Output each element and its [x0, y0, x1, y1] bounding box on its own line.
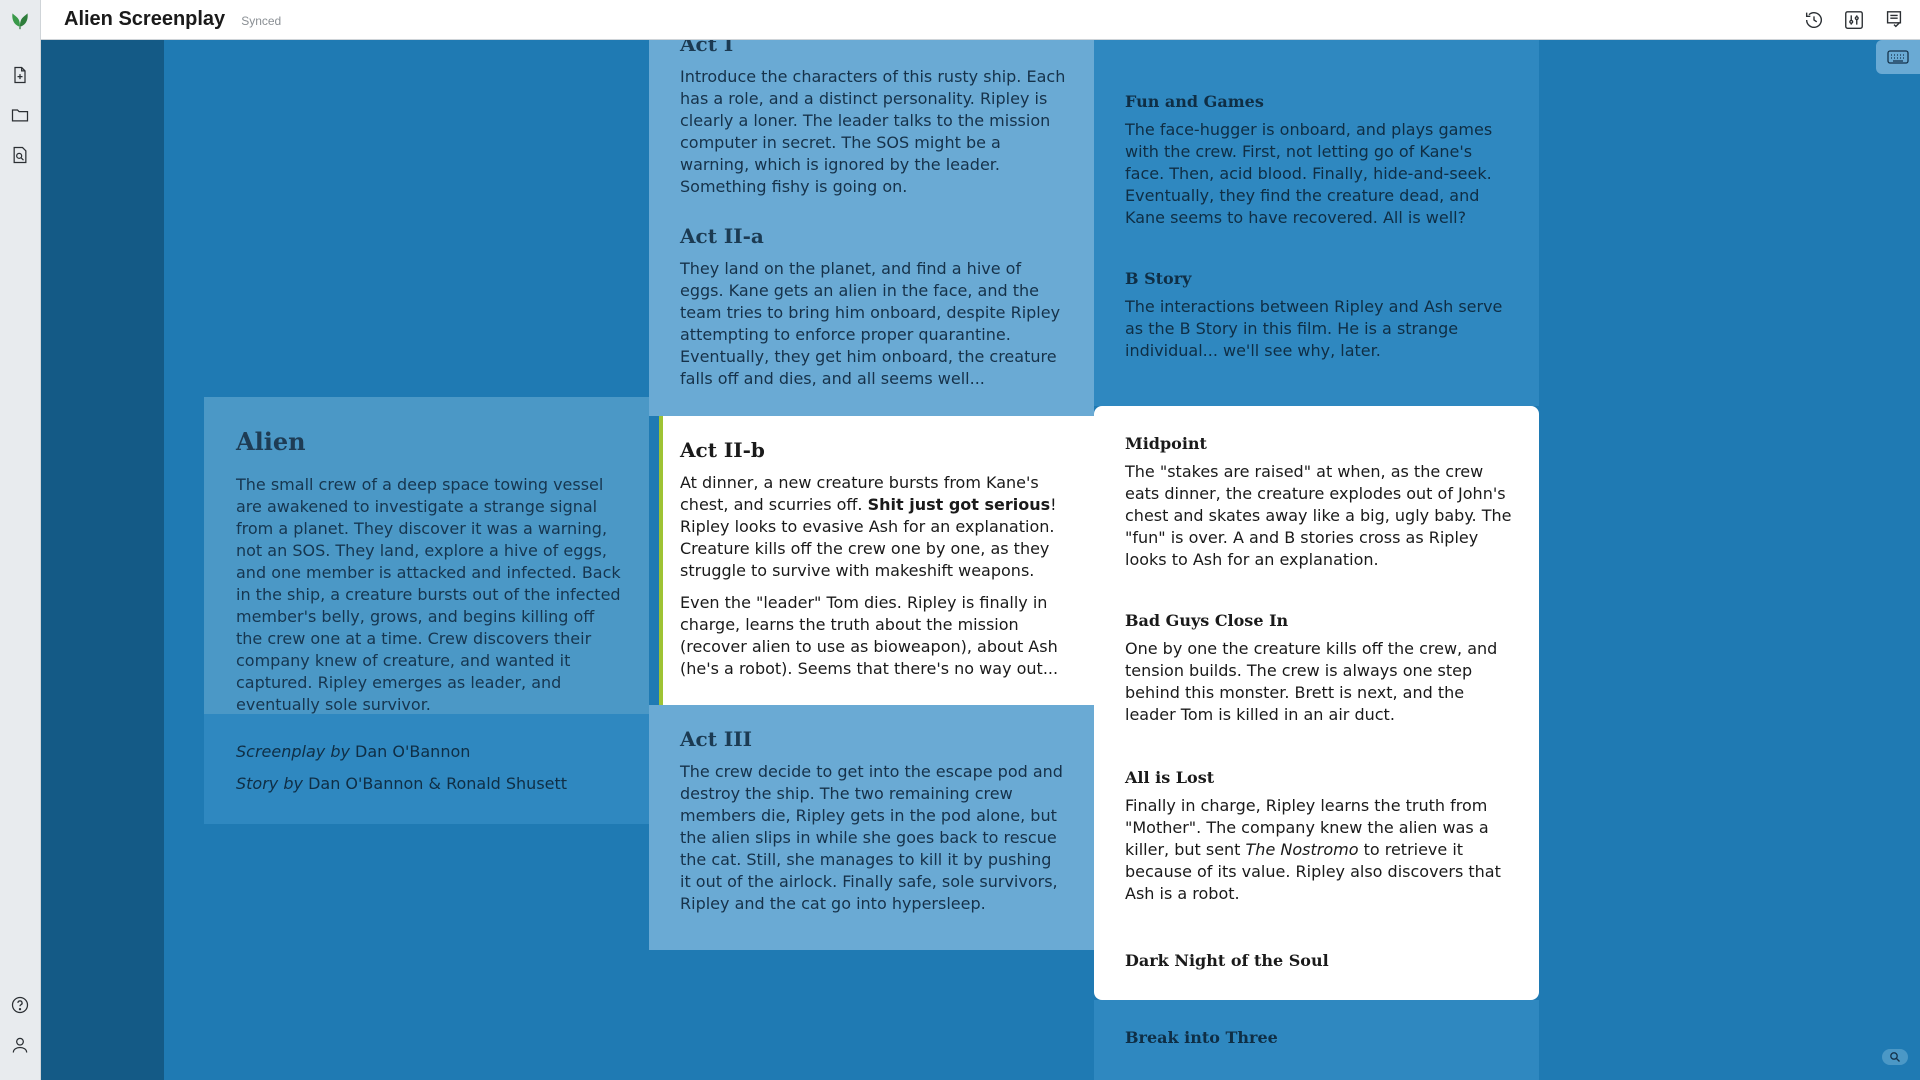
- open-folder-icon[interactable]: [8, 103, 32, 127]
- card-title: B Story: [1125, 269, 1192, 288]
- card-break-into-three[interactable]: Break into Three: [1094, 1000, 1539, 1080]
- card-title: Alien: [236, 427, 306, 456]
- card-act-3[interactable]: Act III The crew decide to get into the …: [649, 705, 1094, 950]
- card-act-1[interactable]: Act I Introduce the characters of this r…: [649, 32, 1094, 216]
- card-text: The small crew of a deep space towing ve…: [236, 475, 621, 714]
- card-act-2a[interactable]: Act II-a They land on the planet, and fi…: [649, 216, 1094, 416]
- card-text: The crew decide to get into the escape p…: [680, 762, 1063, 913]
- left-toolbar: [0, 0, 41, 1080]
- help-icon[interactable]: [8, 993, 32, 1017]
- history-icon[interactable]: [1802, 8, 1826, 32]
- card-title: Act II-a: [680, 224, 764, 248]
- card-text: At dinner, a new creature bursts from Ka…: [680, 472, 1066, 582]
- card-b-story[interactable]: B Story The interactions between Ripley …: [1125, 269, 1513, 362]
- card-text: The interactions between Ripley and Ash …: [1125, 297, 1503, 360]
- card-fun-and-games[interactable]: Fun and Games The face-hugger is onboard…: [1125, 92, 1513, 229]
- card-text: They land on the planet, and find a hive…: [680, 259, 1061, 388]
- bold-text: Shit just got serious: [867, 495, 1051, 514]
- card-title: Break into Three: [1125, 1028, 1278, 1047]
- keyboard-shortcuts-icon[interactable]: [1876, 40, 1920, 74]
- user-icon[interactable]: [8, 1033, 32, 1057]
- card-title: Midpoint: [1125, 434, 1207, 453]
- app-header: Alien Screenplay Synced: [40, 0, 1920, 40]
- card-title: Act II-b: [680, 438, 765, 462]
- sync-status: Synced: [241, 14, 282, 28]
- credit-screenplay: Screenplay by Dan O'Bannon: [236, 736, 649, 768]
- card-title: Bad Guys Close In: [1125, 611, 1289, 630]
- credit-name: Dan O'Bannon & Ronald Shusett: [308, 774, 568, 793]
- card-title: Dark Night of the Soul: [1125, 951, 1329, 970]
- card-bad-guys-close-in[interactable]: Bad Guys Close In One by one the creatur…: [1125, 611, 1513, 726]
- card-text: The "stakes are raised" at when, as the …: [1125, 462, 1512, 569]
- card-all-is-lost[interactable]: All is Lost Finally in charge, Ripley le…: [1125, 768, 1513, 905]
- credit-name: Dan O'Bannon: [355, 742, 471, 761]
- card-text: Introduce the characters of this rusty s…: [680, 67, 1066, 196]
- card-act-2b-active[interactable]: Act II-b At dinner, a new creature burst…: [659, 416, 1094, 705]
- card-text-2: Even the "leader" Tom dies. Ripley is fi…: [680, 593, 1059, 678]
- italic-text: The Nostromo: [1245, 840, 1359, 859]
- card-title: Act III: [680, 727, 752, 751]
- card-group-midpoint: Midpoint The "stakes are raised" at when…: [1094, 406, 1539, 1000]
- credit-label: Screenplay by: [236, 742, 350, 761]
- card-text: One by one the creature kills off the cr…: [1125, 639, 1498, 724]
- credit-label: Story by: [236, 774, 303, 793]
- credit-story: Story by Dan O'Bannon & Ronald Shusett: [236, 768, 649, 800]
- card-title: Fun and Games: [1125, 92, 1264, 111]
- card-title: All is Lost: [1125, 768, 1215, 787]
- settings-sliders-icon[interactable]: [1842, 8, 1866, 32]
- card-credits[interactable]: Screenplay by Dan O'Bannon Story by Dan …: [204, 714, 649, 824]
- search-document-icon[interactable]: [8, 143, 32, 167]
- logo-icon[interactable]: [8, 8, 32, 32]
- card-group-fun-bstory: Fun and Games The face-hugger is onboard…: [1094, 40, 1539, 406]
- card-text: Finally in charge, Ripley learns the tru…: [1125, 795, 1513, 905]
- checklist-icon[interactable]: [1882, 8, 1906, 32]
- document-title[interactable]: Alien Screenplay: [64, 8, 225, 31]
- new-document-icon[interactable]: [8, 63, 32, 87]
- canvas-gutter: [41, 40, 164, 1080]
- card-text: The face-hugger is onboard, and plays ga…: [1125, 120, 1493, 227]
- card-midpoint[interactable]: Midpoint The "stakes are raised" at when…: [1125, 434, 1513, 571]
- card-root-alien[interactable]: Alien The small crew of a deep space tow…: [204, 397, 649, 714]
- zoom-search-icon[interactable]: [1882, 1049, 1908, 1065]
- card-dark-night[interactable]: Dark Night of the Soul: [1125, 951, 1513, 970]
